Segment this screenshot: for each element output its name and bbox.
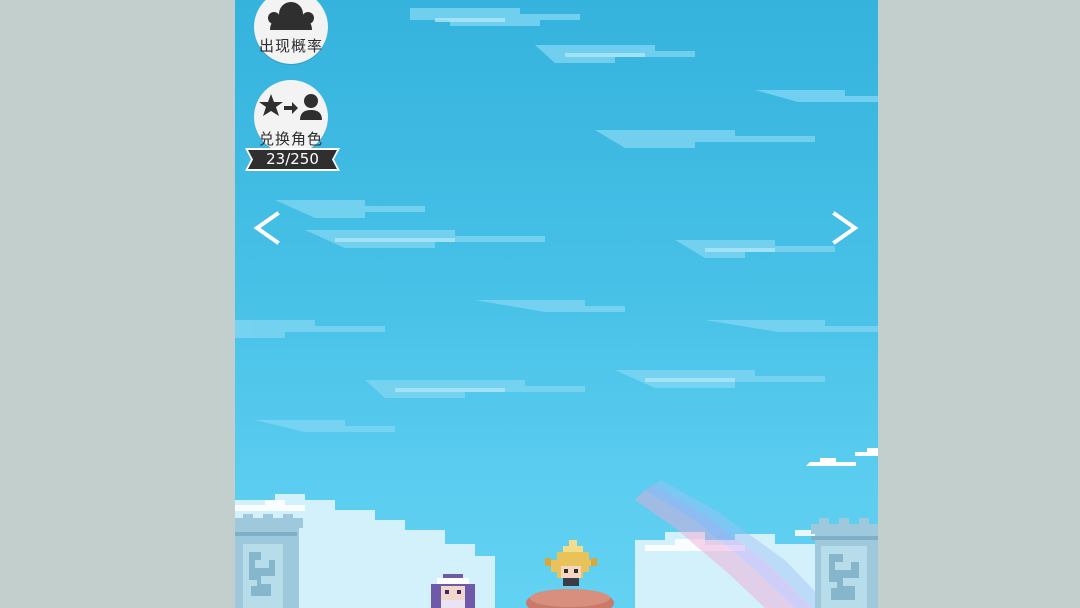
- cloud-streaks: [235, 8, 878, 432]
- probability-button[interactable]: 出现概率: [254, 0, 328, 64]
- right-castle-tower: [811, 518, 878, 608]
- exchange-label: 兑换角色: [258, 130, 323, 148]
- exchange-counter-value: 23/250: [266, 150, 319, 168]
- sky-scene: [235, 8, 878, 608]
- character-pedestal: [526, 589, 614, 608]
- pixel-character-blonde: [545, 540, 597, 586]
- pixel-character-purple: [431, 574, 475, 608]
- chevron-left-icon[interactable]: [249, 208, 289, 248]
- chevron-right-icon[interactable]: [823, 208, 863, 248]
- probability-label: 出现概率: [258, 37, 323, 55]
- left-castle-tower: [235, 514, 303, 608]
- game-viewport: 出现概率 兑换角色 23/250: [235, 0, 878, 608]
- small-cloud: [806, 448, 878, 466]
- exchange-character-button[interactable]: 兑换角色: [254, 80, 328, 154]
- cloud-highlights: [335, 18, 775, 392]
- exchange-counter: 23/250: [245, 148, 340, 171]
